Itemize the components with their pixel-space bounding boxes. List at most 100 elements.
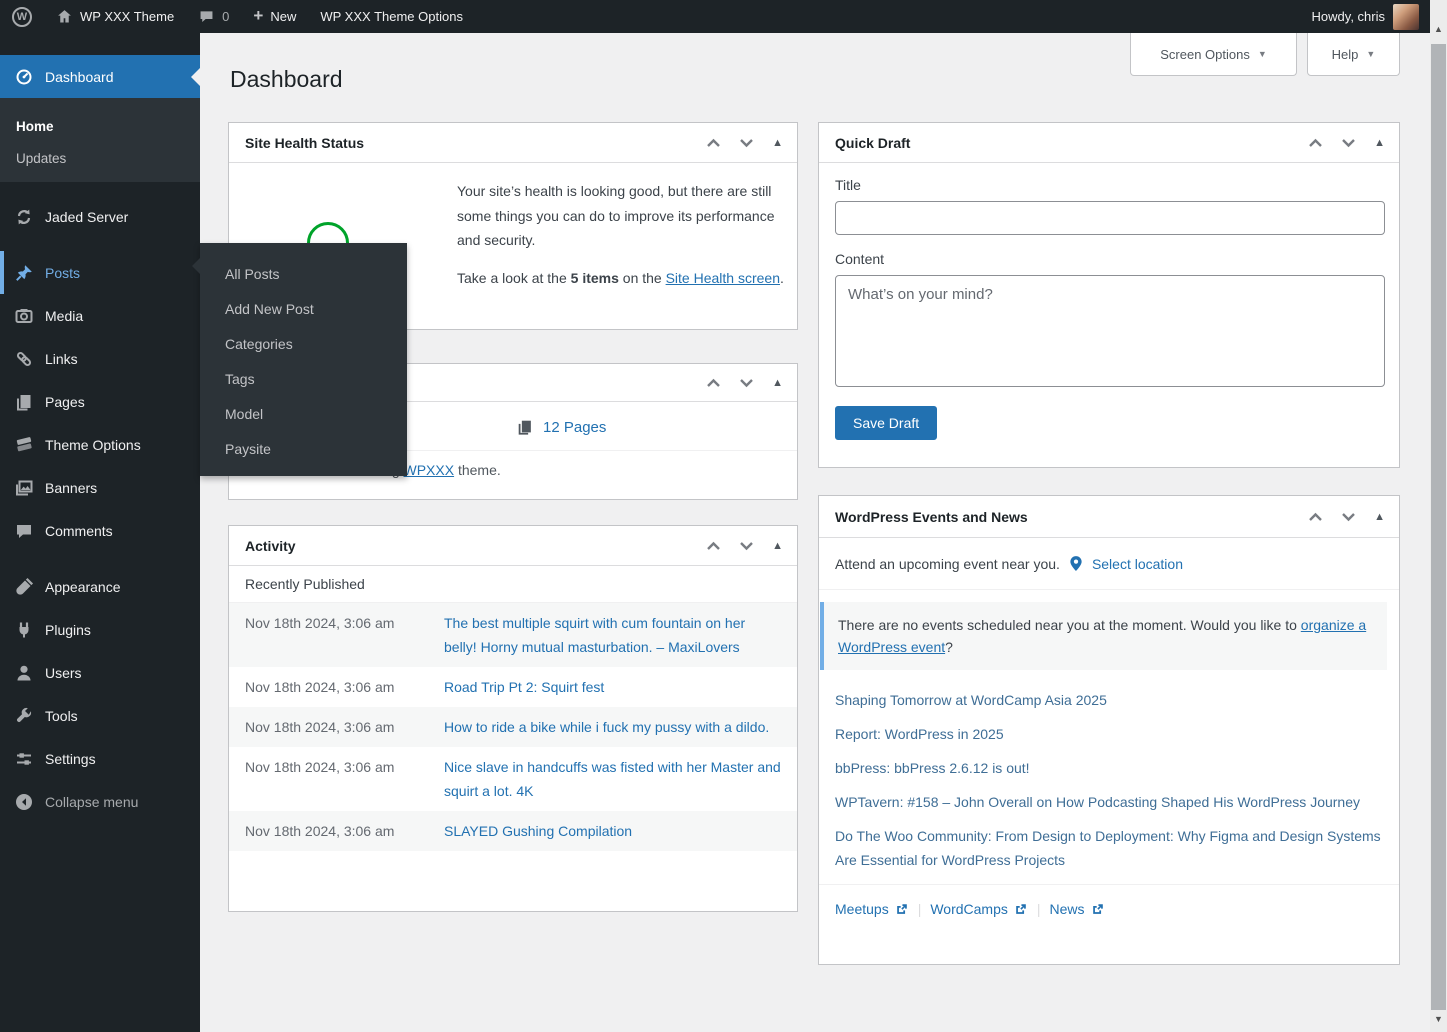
news-item-link[interactable]: Report: WordPress in 2025 xyxy=(835,722,1383,746)
sidebar-item-jaded-server[interactable]: Jaded Server xyxy=(0,195,200,238)
site-health-summary: Your site’s health is looking good, but … xyxy=(457,179,793,253)
sidebar-item-media[interactable]: Media xyxy=(0,294,200,337)
sidebar-item-comments[interactable]: Comments xyxy=(0,509,200,552)
sidebar-item-appearance[interactable]: Appearance xyxy=(0,565,200,608)
comments-menu[interactable]: 0 xyxy=(186,0,241,33)
plus-icon: + xyxy=(253,7,263,24)
post-title-link[interactable]: SLAYED Gushing Compilation xyxy=(444,819,632,843)
move-up-button[interactable] xyxy=(1306,509,1325,525)
title-field-label: Title xyxy=(835,177,1383,193)
sidebar-item-links[interactable]: Links xyxy=(0,337,200,380)
new-content-menu[interactable]: + New xyxy=(241,0,308,33)
new-label: New xyxy=(270,9,296,24)
flyout-item-tags[interactable]: Tags xyxy=(200,361,407,396)
site-name-menu[interactable]: WP XXX Theme xyxy=(44,0,186,33)
move-up-button[interactable] xyxy=(1306,135,1325,151)
toggle-panel-button[interactable]: ▲ xyxy=(1372,135,1387,151)
post-date: Nov 18th 2024, 3:06 am xyxy=(245,611,444,659)
activity-row: Nov 18th 2024, 3:06 am Road Trip Pt 2: S… xyxy=(229,667,797,707)
scrollbar-thumb[interactable] xyxy=(1431,44,1446,1010)
flyout-item-paysite[interactable]: Paysite xyxy=(200,431,407,466)
flyout-item-model[interactable]: Model xyxy=(200,396,407,431)
move-down-button[interactable] xyxy=(737,375,756,391)
toggle-panel-button[interactable]: ▲ xyxy=(1372,509,1387,525)
move-down-button[interactable] xyxy=(737,538,756,554)
post-title-link[interactable]: Nice slave in handcuffs was fisted with … xyxy=(444,755,781,803)
flyout-item-all-posts[interactable]: All Posts xyxy=(200,256,407,291)
sidebar-item-pages[interactable]: Pages xyxy=(0,380,200,423)
toggle-panel-button[interactable]: ▲ xyxy=(770,375,785,391)
sidebar-item-dashboard[interactable]: Dashboard xyxy=(0,55,200,98)
toggle-panel-button[interactable]: ▲ xyxy=(770,135,785,151)
site-health-header[interactable]: Site Health Status ▲ xyxy=(229,123,797,163)
sidebar-item-users[interactable]: Users xyxy=(0,651,200,694)
comments-icon xyxy=(14,521,34,541)
wordpress-logo-menu[interactable]: W xyxy=(0,0,44,33)
news-item-link[interactable]: Shaping Tomorrow at WordCamp Asia 2025 xyxy=(835,688,1383,712)
meetups-link[interactable]: Meetups xyxy=(835,901,889,917)
select-location-link[interactable]: Select location xyxy=(1092,556,1183,572)
move-down-button[interactable] xyxy=(737,135,756,151)
separator: | xyxy=(1037,901,1041,917)
events-header[interactable]: WordPress Events and News ▲ xyxy=(819,496,1399,538)
move-up-button[interactable] xyxy=(704,375,723,391)
quick-draft-title-input[interactable] xyxy=(835,201,1385,235)
activity-row: Nov 18th 2024, 3:06 am How to ride a bik… xyxy=(229,707,797,747)
sidebar-item-label: Theme Options xyxy=(45,437,141,453)
sidebar-item-theme-options[interactable]: Theme Options xyxy=(0,423,200,466)
activity-header[interactable]: Activity ▲ xyxy=(229,526,797,566)
theme-options-menu[interactable]: WP XXX Theme Options xyxy=(308,0,475,33)
flyout-item-categories[interactable]: Categories xyxy=(200,326,407,361)
my-account-menu[interactable]: Howdy, chris xyxy=(1300,0,1385,33)
sidebar-item-plugins[interactable]: Plugins xyxy=(0,608,200,651)
news-item-link[interactable]: Do The Woo Community: From Design to Dep… xyxy=(835,824,1383,872)
sidebar-item-banners[interactable]: Banners xyxy=(0,466,200,509)
widget-title: WordPress Events and News xyxy=(835,509,1028,525)
move-down-button[interactable] xyxy=(1339,509,1358,525)
wordcamps-link[interactable]: WordCamps xyxy=(930,901,1008,917)
post-title-link[interactable]: How to ride a bike while i fuck my pussy… xyxy=(444,715,769,739)
screen-options-button[interactable]: Screen Options ▼ xyxy=(1130,33,1297,76)
toggle-panel-button[interactable]: ▲ xyxy=(770,538,785,554)
sidebar-item-settings[interactable]: Settings xyxy=(0,737,200,780)
news-item-link[interactable]: bbPress: bbPress 2.6.12 is out! xyxy=(835,756,1383,780)
no-events-notice: There are no events scheduled near you a… xyxy=(820,602,1387,670)
scroll-up-arrow-icon[interactable]: ▲ xyxy=(1430,24,1447,34)
settings-icon xyxy=(14,749,34,769)
news-list: Shaping Tomorrow at WordCamp Asia 2025 R… xyxy=(819,682,1399,884)
chevron-down-icon: ▼ xyxy=(1258,49,1267,59)
help-button[interactable]: Help ▼ xyxy=(1307,33,1400,76)
theme-options-label: WP XXX Theme Options xyxy=(320,9,463,24)
sidebar-item-tools[interactable]: Tools xyxy=(0,694,200,737)
pages-count-link[interactable]: 12 Pages xyxy=(543,419,606,436)
wordpress-logo-icon: W xyxy=(12,7,32,27)
save-draft-button[interactable]: Save Draft xyxy=(835,406,937,440)
chevron-down-icon: ▼ xyxy=(1366,49,1375,59)
post-date: Nov 18th 2024, 3:06 am xyxy=(245,755,444,803)
move-up-button[interactable] xyxy=(704,538,723,554)
collapse-menu-button[interactable]: Collapse menu xyxy=(0,780,200,823)
external-link-icon xyxy=(895,902,909,916)
sidebar-item-posts[interactable]: Posts xyxy=(0,251,200,294)
quick-draft-content-textarea[interactable] xyxy=(835,275,1385,387)
activity-row: Nov 18th 2024, 3:06 am SLAYED Gushing Co… xyxy=(229,811,797,851)
move-up-button[interactable] xyxy=(704,135,723,151)
theme-link[interactable]: WPXXX xyxy=(404,462,455,478)
sidebar-item-updates[interactable]: Updates xyxy=(0,142,200,174)
post-title-link[interactable]: Road Trip Pt 2: Squirt fest xyxy=(444,675,604,699)
news-item-link[interactable]: WPTavern: #158 – John Overall on How Pod… xyxy=(835,790,1383,814)
media-icon xyxy=(14,306,34,326)
site-health-screen-link[interactable]: Site Health screen xyxy=(666,270,780,286)
vertical-scrollbar[interactable]: ▲ ▼ xyxy=(1430,0,1447,1032)
scroll-down-arrow-icon[interactable]: ▼ xyxy=(1430,1014,1447,1024)
move-down-button[interactable] xyxy=(1339,135,1358,151)
flyout-item-add-new-post[interactable]: Add New Post xyxy=(200,291,407,326)
post-title-link[interactable]: The best multiple squirt with cum founta… xyxy=(444,611,781,659)
post-date: Nov 18th 2024, 3:06 am xyxy=(245,819,444,843)
avatar[interactable] xyxy=(1393,4,1419,30)
sidebar-item-label: Media xyxy=(45,308,83,324)
news-link[interactable]: News xyxy=(1050,901,1085,917)
sidebar-item-home[interactable]: Home xyxy=(0,110,200,142)
page-title: Dashboard xyxy=(230,66,343,93)
quick-draft-header[interactable]: Quick Draft ▲ xyxy=(819,123,1399,163)
